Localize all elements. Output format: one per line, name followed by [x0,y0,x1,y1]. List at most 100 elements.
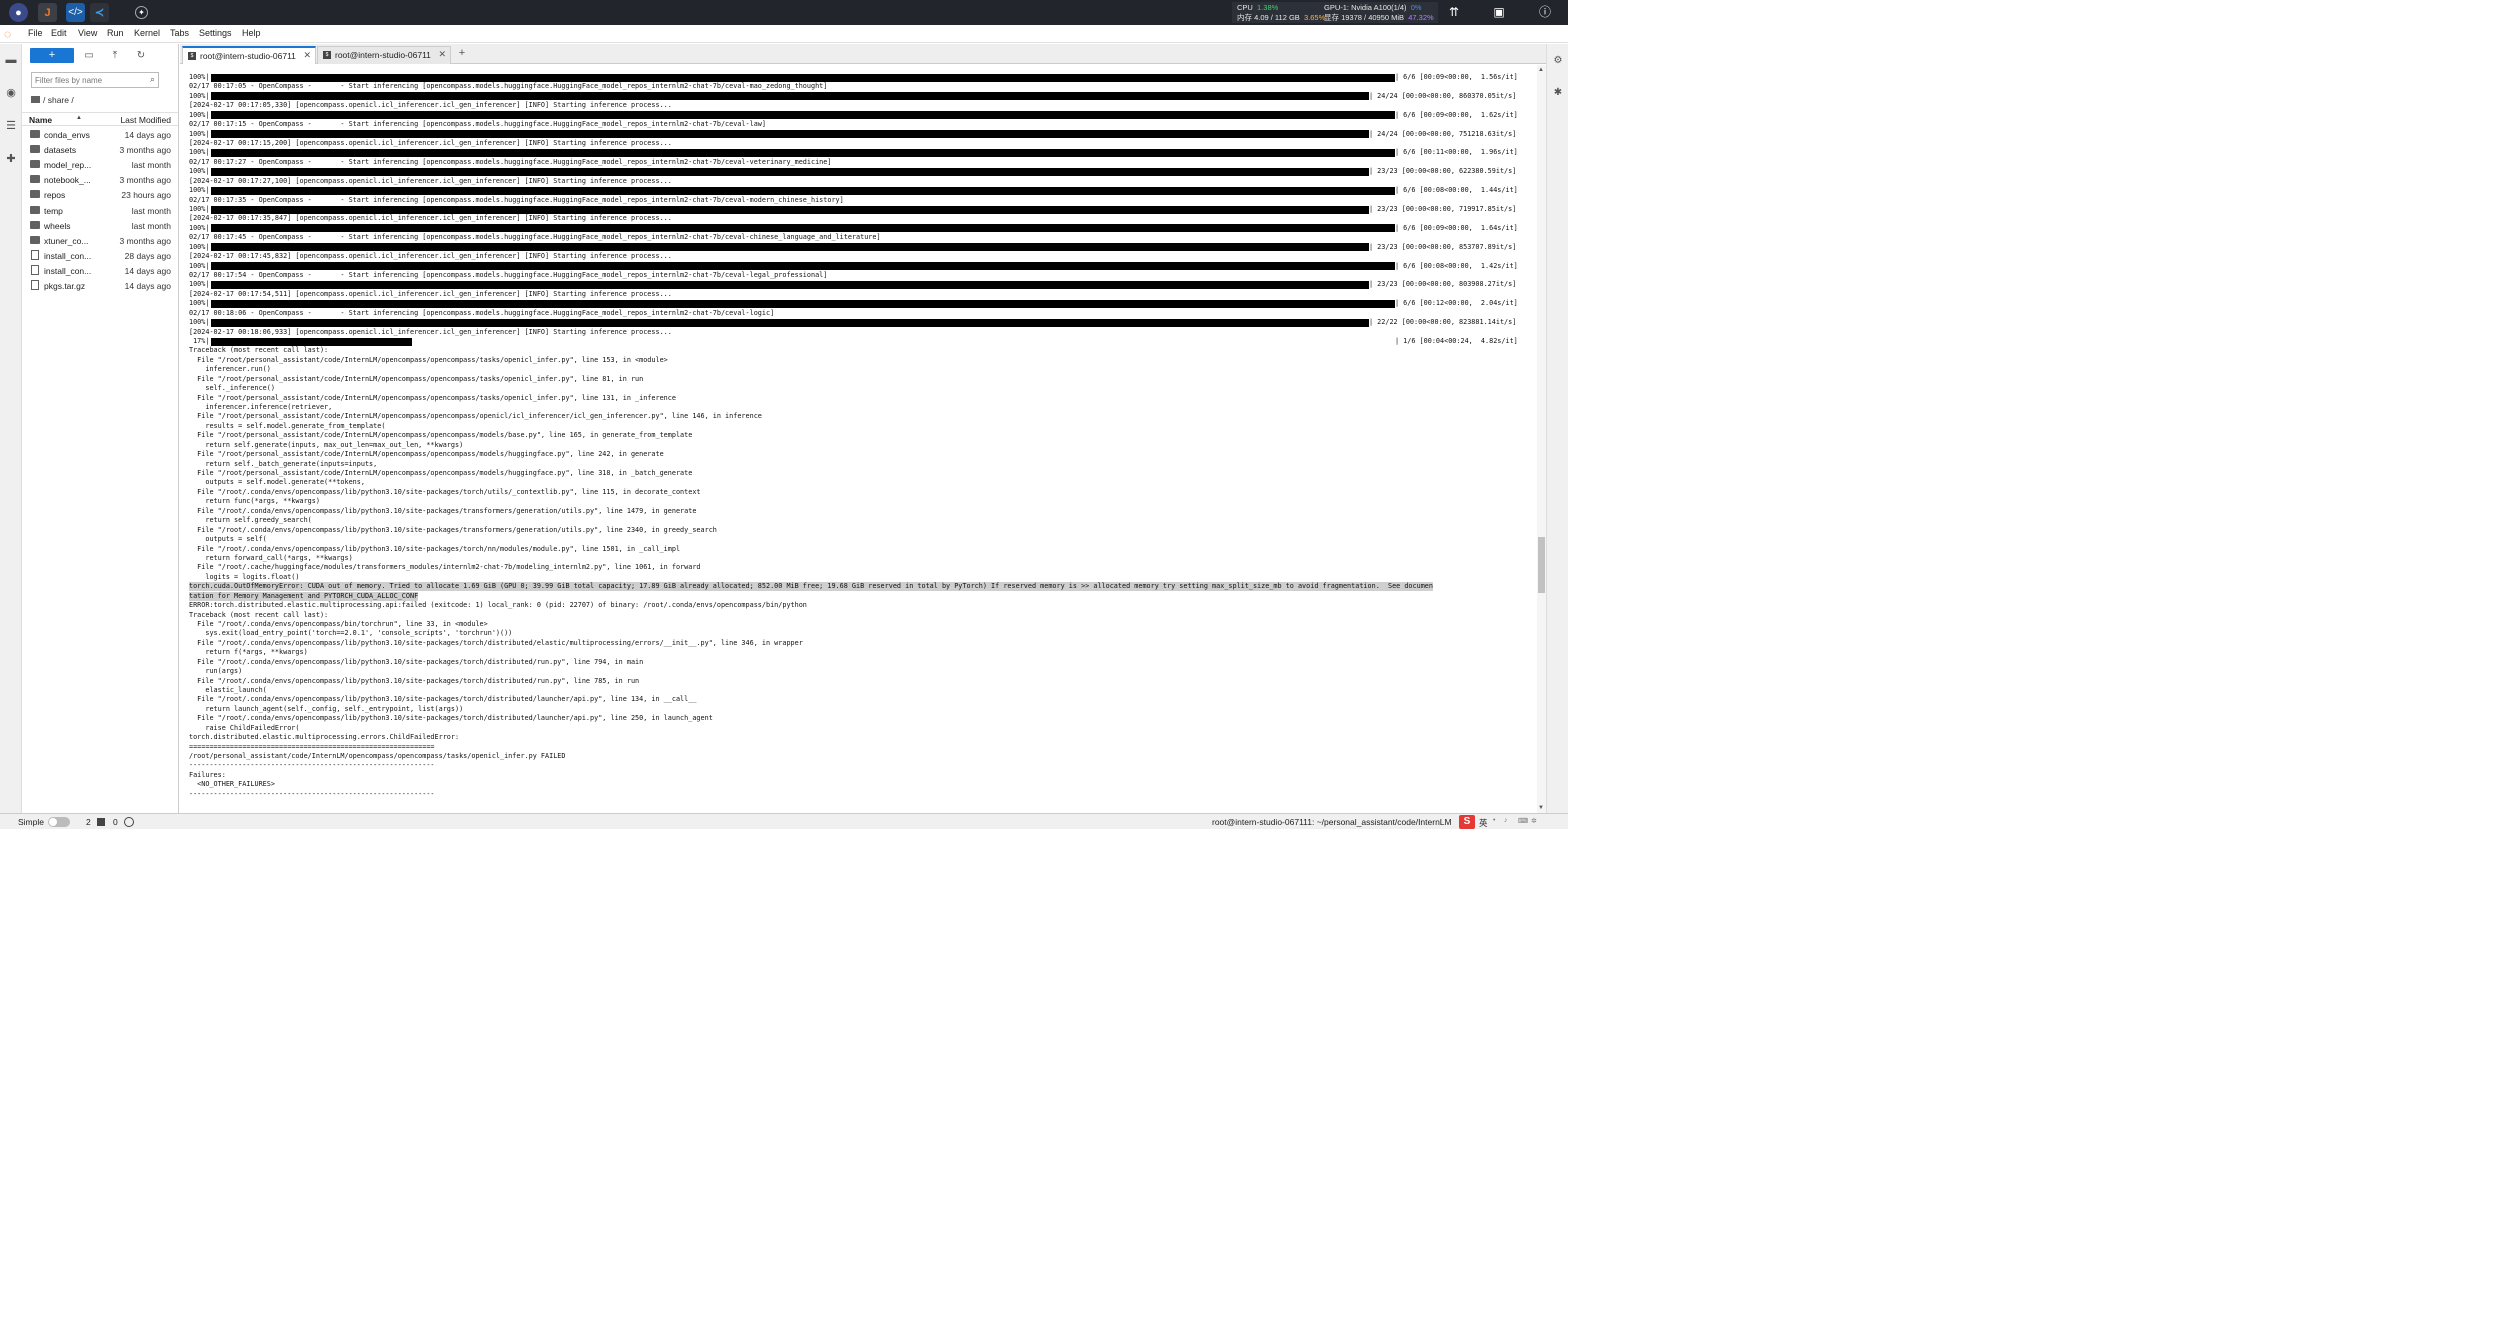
gpu-value: 0% [1410,3,1422,12]
terminal-line: return self.greedy_search( [189,516,312,525]
file-name: pkgs.tar.gz [44,281,86,291]
menu-settings[interactable]: Settings [199,28,232,38]
folder-icon[interactable]: ▬ [4,53,18,67]
vram-label: 显存 19378 / 40950 MiB 47.32% [1324,13,1434,23]
progress-percent: 100%| [189,318,210,327]
column-name-header[interactable]: Name [29,115,52,125]
running-terminals-icon[interactable]: ◉ [4,86,18,100]
input-method-icon[interactable]: S [1459,815,1475,829]
menu-file[interactable]: File [28,28,43,38]
file-name: install_con... [44,265,92,276]
debugger-bug-icon[interactable]: ✱ [1552,87,1564,99]
menu-view[interactable]: View [78,28,97,38]
menu-help[interactable]: Help [242,28,261,38]
right-sidebar: ⚙ ✱ [1546,44,1568,813]
table-of-contents-icon[interactable]: ☰ [4,119,18,133]
progress-stats: | 24/24 [00:00<00:00, 751218.63it/s] [1369,129,1517,138]
new-launcher-button[interactable]: + [30,48,74,63]
terminal-line: [2024-02-17 00:17:45,832] [opencompass.o… [189,252,672,261]
ime-dot-icon[interactable]: • [1493,817,1495,824]
tab-terminal-1[interactable]: $ root@intern-studio-06711 ✕ [182,46,316,64]
scroll-up-arrow-icon[interactable]: ▲ [1538,67,1544,73]
terminal-scrollbar[interactable]: ▲ ▼ [1537,65,1546,813]
column-modified-header[interactable]: Last Modified [120,115,171,125]
user-card-icon[interactable]: ▣ [1491,4,1507,20]
mem-label-text: 内存 4.09 / 112 GB [1237,13,1300,22]
menu-edit[interactable]: Edit [51,28,67,38]
breadcrumb-folder-icon [31,96,40,103]
resource-monitor: CPU 1.38% 内存 4.09 / 112 GB 3.65% GPU-1: … [1232,2,1438,23]
progress-bar [211,205,1369,214]
settings-small-icon[interactable]: ✲ [1531,817,1537,825]
menu-kernel[interactable]: Kernel [134,28,160,38]
tab-terminal-2[interactable]: $ root@intern-studio-06711 ✕ [317,46,451,64]
new-folder-icon[interactable]: ▭ [82,49,96,63]
folder-icon [30,130,40,138]
file-row[interactable]: repos 23 hours ago [22,188,178,203]
file-row[interactable]: wheels last month [22,219,178,234]
terminal-line: 02/17 00:17:05 - OpenCompass - - Start i… [189,82,828,91]
terminal-line: return self.generate(inputs, max_out_len… [189,440,464,449]
progress-percent: 17%| [189,337,210,346]
sort-ascending-icon[interactable]: ▲ [76,115,82,121]
file-row[interactable]: notebook_... 3 months ago [22,173,178,188]
upload-arrow-icon[interactable]: ⇈ [1446,4,1462,20]
file-row[interactable]: install_con... 28 days ago [22,249,178,264]
jupyter-app-icon[interactable]: J [38,3,57,22]
file-row[interactable]: model_rep... last month [22,158,178,173]
file-row[interactable]: pkgs.tar.gz 14 days ago [22,279,178,294]
progress-stats: | 6/6 [00:09<00:00, 1.56s/it] [1395,73,1518,81]
compass-icon[interactable]: ✦ [135,6,148,19]
close-icon[interactable]: ✕ [438,49,446,60]
kernel-icon[interactable] [124,817,134,827]
terminal-line: 02/17 00:18:06 - OpenCompass - - Start i… [189,308,775,317]
file-row[interactable]: install_con... 14 days ago [22,264,178,279]
menu-bar: ◌ File Edit View Run Kernel Tabs Setting… [0,25,1568,43]
menu-run[interactable]: Run [107,28,124,38]
terminal-line: 02/17 00:17:35 - OpenCompass - - Start i… [189,195,844,204]
breadcrumb[interactable]: / share / [31,95,74,105]
file-icon [31,249,39,260]
vram-value: 47.32% [1408,13,1434,22]
extension-puzzle-icon[interactable]: ✚ [4,152,18,166]
terminal-output[interactable]: 100%| | 6/6 [00:09<00:00, 1.56s/it] 02/17 … [180,65,1537,813]
platform-logo-icon[interactable]: ● [9,3,28,22]
file-row[interactable]: datasets 3 months ago [22,143,178,158]
progress-stats: | 6/6 [00:09<00:00, 1.62s/it] [1395,110,1518,119]
keyboard-icon[interactable]: ⌨ [1518,817,1528,825]
file-list-header: Name ▲ Last Modified [22,112,178,126]
file-modified: 14 days ago [124,265,171,276]
kernel-count[interactable]: 0 [113,817,118,827]
upload-icon[interactable]: ⤒ [108,49,122,63]
file-row[interactable]: temp last month [22,204,178,219]
simple-mode-label: Simple [18,817,44,827]
simple-mode-toggle[interactable] [48,817,70,827]
scroll-down-arrow-icon[interactable]: ▼ [1538,805,1544,811]
new-tab-button[interactable]: + [456,47,468,59]
input-language-indicator[interactable]: 英 [1479,817,1488,829]
file-row[interactable]: conda_envs 14 days ago [22,128,178,143]
terminal-line: return func(*args, **kwargs) [189,497,320,506]
file-row[interactable]: xtuner_co... 3 months ago [22,234,178,249]
scrollbar-thumb[interactable] [1538,537,1545,593]
microphone-icon[interactable]: ♪ [1504,817,1508,824]
terminal-icon[interactable] [97,818,105,826]
property-inspector-gear-icon[interactable]: ⚙ [1552,55,1564,67]
terminal-line: File "/root/.conda/envs/opencompass/lib/… [189,638,803,647]
terminal-line: Traceback (most recent call last): [189,610,329,619]
vscode-app-icon[interactable]: ≺ [90,3,109,22]
code-editor-app-icon[interactable]: </> [66,3,85,22]
menu-tabs[interactable]: Tabs [170,28,189,38]
info-icon[interactable]: ⓘ [1537,4,1553,20]
refresh-icon[interactable]: ↻ [134,49,148,63]
progress-bar [211,92,1369,101]
cpu-value: 1.38% [1257,3,1279,12]
terminal-count[interactable]: 2 [86,817,91,827]
folder-icon [30,145,40,154]
filter-files-input[interactable] [35,74,143,86]
terminal-line: File "/root/.conda/envs/opencompass/lib/… [189,487,701,496]
search-icon[interactable]: ⌕ [150,74,155,85]
breadcrumb-path[interactable]: / share / [43,95,74,105]
progress-stats: | 1/6 [00:04<00:24, 4.82s/it] [1395,337,1518,346]
close-icon[interactable]: ✕ [303,50,311,61]
